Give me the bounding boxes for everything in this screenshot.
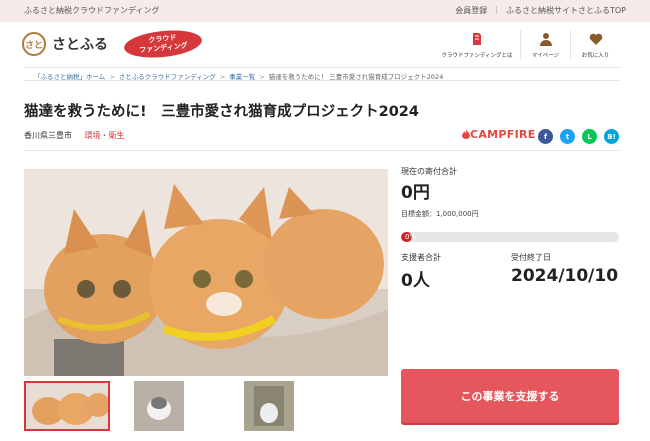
thumb-cat-outdoor-image (244, 381, 294, 431)
breadcrumb: 「ふるさと納税」ホーム > さとふるクラウドファンディング > 事業一覧 > 猫達を救うため… (24, 67, 620, 81)
nav-about-label: クラウドファンディングとは (441, 53, 513, 59)
register-link[interactable]: 会員登録 (455, 5, 487, 16)
site-name: ふるさと納税クラウドファンディング (24, 6, 160, 15)
nav-about-crowdfunding[interactable]: クラウドファンディングとは (434, 30, 520, 59)
nav-mypage-label: マイページ (531, 53, 560, 59)
support-project-button[interactable]: この事業を支援する (401, 369, 619, 423)
image-thumbnails (24, 381, 354, 431)
top-separator: | (495, 5, 498, 14)
thumb-cat-image (134, 381, 184, 431)
breadcrumb-crowdfunding[interactable]: さとふるクラウドファンディング (119, 73, 216, 81)
divider (24, 150, 620, 151)
thumbnail-3[interactable] (244, 381, 330, 431)
donated-label: 現在の寄付合計 (401, 167, 457, 176)
deadline-label: 受付終了日 (511, 253, 551, 262)
breadcrumb-project-list[interactable]: 事業一覧 (229, 73, 255, 81)
page-title: 猫達を救うために! 三豊市愛され猫育成プロジェクト2024 (24, 104, 419, 120)
satofull-logo[interactable]: さと さとふる (22, 32, 108, 56)
deadline-value: 2024/10/10 (511, 266, 619, 286)
project-category[interactable]: 環境・衛生 (85, 131, 125, 140)
logo-seal-icon: さと (22, 32, 46, 56)
progress-label: 0% (405, 233, 417, 241)
supporters-value: 0人 (401, 271, 430, 291)
heart-icon (589, 33, 602, 45)
crowdfunding-badge[interactable]: クラウド ファンディング (122, 26, 204, 62)
donated-value: 0円 (401, 183, 430, 203)
kittens-photo (24, 169, 388, 376)
breadcrumb-sep: > (219, 73, 226, 81)
project-meta: 香川県三豊市 環境・衛生 (24, 130, 125, 141)
flame-icon (462, 129, 470, 139)
breadcrumb-current: 猫達を救うために！ 三豊市愛され猫育成プロジェクト2024 (268, 73, 444, 81)
person-icon (539, 33, 552, 46)
nav-favorites-label: お気に入り (581, 53, 610, 59)
thumbnail-1[interactable] (24, 381, 110, 431)
campfire-logo[interactable]: CAMPFIRE (462, 128, 536, 141)
nav-favorites[interactable]: お気に入り (570, 30, 620, 59)
satofull-top-link[interactable]: ふるさと納税サイトさとふるTOP (506, 5, 626, 16)
social-share: f t L B! (538, 129, 619, 144)
site-header: さと さとふる クラウド ファンディング クラウドファンディングとは マイページ… (0, 22, 650, 66)
hatena-bookmark-icon[interactable]: B! (604, 129, 619, 144)
supporters-label: 支援者合計 (401, 253, 441, 262)
line-icon[interactable]: L (582, 129, 597, 144)
project-location[interactable]: 香川県三豊市 (24, 131, 72, 140)
main-project-image[interactable] (24, 169, 388, 376)
thumb-kittens-image (26, 383, 110, 429)
top-utility-bar: ふるさと納税クラウドファンディング 会員登録 | ふるさと納税サイトさとふるTO… (0, 0, 650, 22)
breadcrumb-sep: > (259, 73, 265, 81)
campfire-text: CAMPFIRE (470, 128, 536, 141)
twitter-icon[interactable]: t (560, 129, 575, 144)
thumbnail-2[interactable] (134, 381, 220, 431)
logo-text: さとふる (52, 37, 108, 53)
goal-amount: 目標金額：1,000,000円 (401, 210, 479, 218)
facebook-icon[interactable]: f (538, 129, 553, 144)
breadcrumb-home[interactable]: 「ふるさと納税」ホーム (34, 73, 105, 81)
progress-bar: 0% (401, 232, 619, 242)
book-icon (473, 33, 481, 45)
breadcrumb-sep: > (109, 73, 115, 81)
top-links: 会員登録 | ふるさと納税サイトさとふるTOP (455, 5, 626, 16)
header-nav: クラウドファンディングとは マイページ お気に入り (434, 30, 620, 59)
nav-mypage[interactable]: マイページ (520, 30, 570, 59)
